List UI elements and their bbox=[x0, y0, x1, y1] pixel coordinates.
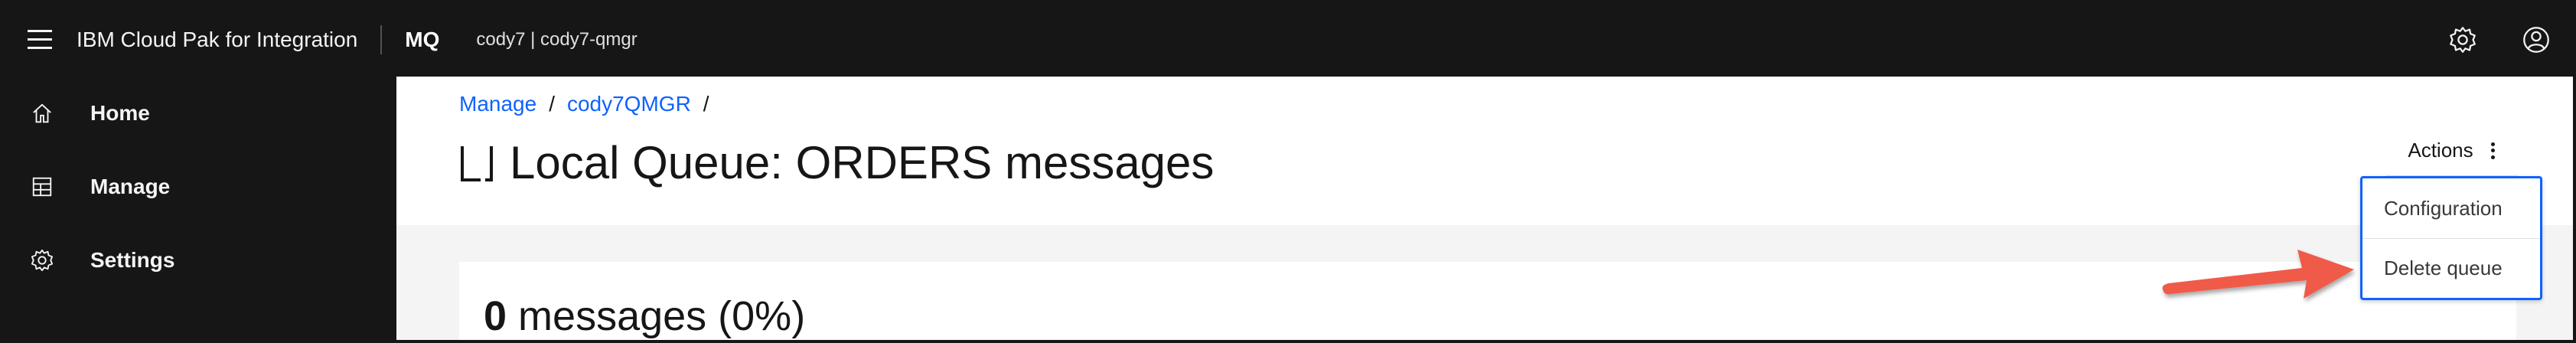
settings-button[interactable] bbox=[2426, 3, 2499, 77]
hamburger-icon bbox=[28, 30, 52, 49]
app-name: MQ bbox=[405, 28, 440, 51]
page-header: Manage / cody7QMGR / Local Queue: ORDERS… bbox=[396, 77, 2573, 225]
menu-toggle-button[interactable] bbox=[3, 3, 77, 77]
sidebar-item-label: Settings bbox=[90, 248, 175, 272]
actions-button[interactable]: Actions bbox=[2386, 126, 2518, 176]
breadcrumb-separator: / bbox=[549, 92, 555, 116]
actions-menu: Configuration Delete queue bbox=[2360, 176, 2542, 300]
sidebar-item-label: Manage bbox=[90, 175, 171, 198]
messages-count: 0 messages (0%) bbox=[484, 292, 805, 340]
top-header: IBM Cloud Pak for Integration MQ cody7 |… bbox=[3, 3, 2573, 77]
home-icon bbox=[29, 100, 55, 126]
side-nav: Home Manage Settings bbox=[3, 77, 396, 340]
gear-icon bbox=[2450, 27, 2476, 53]
actions-button-label: Actions bbox=[2408, 139, 2473, 162]
gear-icon bbox=[29, 247, 55, 273]
breadcrumb: Manage / cody7QMGR / bbox=[459, 92, 722, 116]
sidebar-item-label: Home bbox=[90, 101, 150, 125]
user-avatar-icon bbox=[2523, 27, 2549, 53]
page-title-text: Local Queue: ORDERS messages bbox=[510, 137, 1215, 188]
menu-item-delete-queue[interactable]: Delete queue bbox=[2362, 238, 2540, 298]
page-title: Local Queue: ORDERS messages bbox=[459, 136, 1214, 189]
sidebar-item-home[interactable]: Home bbox=[3, 77, 396, 150]
messages-count-number: 0 bbox=[484, 293, 507, 339]
table-icon bbox=[29, 174, 55, 200]
breadcrumb-link-manage[interactable]: Manage bbox=[459, 92, 536, 116]
instance-name: cody7 | cody7-qmgr bbox=[476, 29, 637, 50]
product-name[interactable]: IBM Cloud Pak for Integration bbox=[77, 25, 383, 54]
menu-item-configuration[interactable]: Configuration bbox=[2362, 178, 2540, 238]
queue-icon bbox=[459, 140, 494, 186]
app-window: IBM Cloud Pak for Integration MQ cody7 |… bbox=[0, 0, 2576, 343]
sidebar-item-settings[interactable]: Settings bbox=[3, 224, 396, 297]
user-profile-button[interactable] bbox=[2499, 3, 2573, 77]
sidebar-item-manage[interactable]: Manage bbox=[3, 150, 396, 224]
annotation-arrow-icon bbox=[2162, 250, 2354, 299]
overflow-menu-icon bbox=[2490, 142, 2496, 159]
messages-count-label: messages (0%) bbox=[507, 293, 806, 339]
breadcrumb-separator: / bbox=[703, 92, 709, 116]
breadcrumb-link-qmgr[interactable]: cody7QMGR bbox=[567, 92, 691, 116]
